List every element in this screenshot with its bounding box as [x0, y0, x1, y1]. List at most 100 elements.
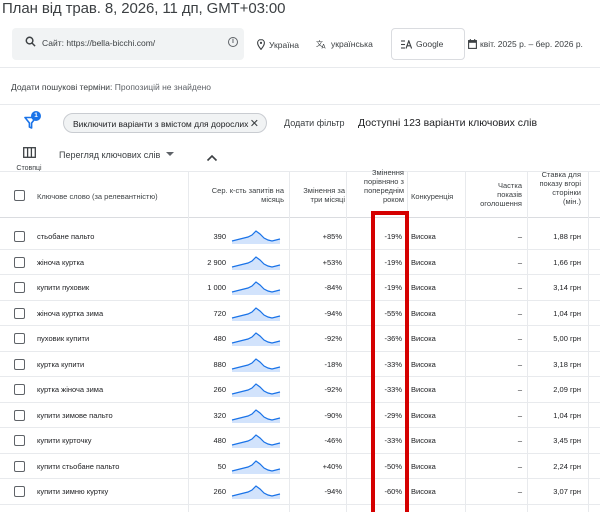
row-checkbox[interactable]: [14, 358, 25, 370]
row-checkbox[interactable]: [14, 384, 25, 395]
row-checkbox[interactable]: [14, 256, 25, 268]
trend-sparkline: [231, 281, 281, 295]
select-all-checkbox[interactable]: [14, 190, 25, 201]
table-row[interactable]: пуховик купити 480 -92% -36% Висока –5,00 грн: [0, 326, 600, 352]
top-of-page-bid-cell: 1,66 грн: [553, 257, 581, 267]
column-avg-searches[interactable]: Сер. к-сть запитів на місяць: [212, 186, 284, 204]
table-row[interactable]: купити зимню куртку 260 -94% -60% Висока –3,0…: [0, 479, 600, 505]
column-label: Змінення за: [303, 186, 345, 195]
location-pin-icon: [257, 39, 265, 50]
trend-sparkline: [231, 434, 281, 448]
row-checkbox[interactable]: [14, 486, 25, 497]
competition-cell: Висока: [411, 308, 436, 318]
top-of-page-bid-cell: 2,09 грн: [553, 385, 581, 394]
column-competition[interactable]: Конкуренція: [411, 192, 453, 201]
search-engine-filter[interactable]: Google: [391, 28, 465, 60]
column-three-month-change[interactable]: Змінення за три місяці: [303, 186, 345, 204]
trend-sparkline: [231, 408, 281, 423]
translate-icon: 文 A: [316, 39, 327, 49]
top-of-page-bid-cell: 1,04 грн: [553, 308, 581, 318]
available-keywords-count: Доступні 123 варіанти ключових слів: [358, 117, 538, 129]
column-yoy-change[interactable]: Змінення порівняно з попереднім роком: [364, 168, 404, 204]
trend-sparkline: [231, 357, 281, 372]
date-range-filter[interactable]: квіт. 2025 р. – бер. 2026 р.: [468, 39, 583, 49]
impression-share-cell: –: [517, 257, 522, 267]
column-label: місяць: [261, 195, 284, 204]
top-of-page-bid-cell: 1,04 грн: [553, 410, 581, 420]
impression-share-cell: –: [517, 334, 522, 343]
three-month-change-cell: -46%: [324, 436, 342, 445]
add-search-terms[interactable]: Додати пошукові терміни: Пропозицій не з…: [11, 82, 211, 92]
row-checkbox[interactable]: [14, 409, 25, 421]
collapse-button[interactable]: [206, 149, 218, 167]
avg-searches-cell: 2 900: [207, 257, 226, 267]
add-terms-value: Пропозицій не знайдено: [114, 82, 212, 92]
date-range-value: квіт. 2025 р. – бер. 2026 р.: [480, 39, 583, 49]
table-row[interactable]: купити пуховик 1 000 -84% -19% Висока –3,14 г…: [0, 275, 600, 301]
adult-content-filter-chip[interactable]: Виключити варіанти з вмістом для доросли…: [63, 113, 267, 133]
filter-funnel-button[interactable]: 1: [24, 111, 41, 130]
table-row[interactable]: купити стьобане пальто 50 +40% -50% Висока –2…: [0, 454, 600, 479]
table-row[interactable]: жіноча куртка зима 720 -94% -55% Висока –1,04…: [0, 301, 600, 326]
table-row[interactable]: стьобане пальто 390 +85% -19% Висока –1,88 гр…: [0, 224, 600, 250]
avg-searches-cell: 480: [213, 334, 226, 343]
column-top-of-page-bid-low[interactable]: Ставка для показу вгорі сторінки (мін.): [539, 170, 581, 206]
page-title: План від трав. 8, 2026, 11 дп, GMT+03:00: [2, 0, 286, 17]
column-impression-share[interactable]: Частка показів оголошення: [480, 181, 522, 208]
avg-searches-cell: 720: [213, 308, 226, 318]
row-checkbox[interactable]: [14, 435, 25, 446]
row-checkbox[interactable]: [14, 282, 25, 293]
filter-count-badge: 1: [31, 111, 41, 121]
keyword-view-dropdown[interactable]: Перегляд ключових слів: [59, 150, 175, 160]
svg-text:A: A: [322, 44, 327, 50]
row-checkbox[interactable]: [14, 307, 25, 319]
keyword-cell: купити зимове пальто: [37, 410, 113, 420]
row-checkbox[interactable]: [14, 231, 25, 242]
keyword-cell: куртка купити: [37, 359, 85, 369]
trend-sparkline: [231, 255, 281, 270]
language-value: українська: [331, 39, 373, 49]
top-of-page-bid-cell: 3,14 грн: [553, 283, 581, 292]
trend-sparkline: [231, 485, 281, 499]
close-icon[interactable]: ✕: [250, 117, 259, 130]
avg-searches-cell: 50: [217, 461, 226, 471]
row-checkbox[interactable]: [14, 460, 25, 472]
column-label: Ставка для: [541, 170, 581, 179]
table-row[interactable]: куртка купити 880 -18% -33% Висока –3,18 грн: [0, 352, 600, 377]
table-row[interactable]: жіноча куртка 2 900 +53% -19% Висока –1,66 гр…: [0, 250, 600, 275]
competition-cell: Висока: [411, 410, 436, 420]
column-label: Змінення: [371, 168, 404, 177]
language-filter[interactable]: 文 A українська: [316, 39, 373, 49]
three-month-change-cell: +53%: [322, 257, 342, 267]
search-engine-icon: [401, 40, 413, 49]
column-label: попереднім: [364, 186, 404, 195]
trend-sparkline: [231, 383, 281, 397]
table-row[interactable]: куртка жіноча зима 260 -92% -33% Висока –2,09…: [0, 377, 600, 403]
column-label: оголошення: [480, 199, 522, 208]
impression-share-cell: –: [517, 410, 522, 420]
keyword-cell: жіноча куртка зима: [37, 308, 104, 318]
divider: [0, 67, 600, 68]
highlight-box: [371, 211, 409, 512]
columns-button[interactable]: Стовпці: [13, 145, 45, 172]
site-filter[interactable]: Сайт: https://bella-bicchi.com/ i: [12, 28, 244, 60]
search-icon: [25, 36, 36, 47]
impression-share-cell: –: [517, 385, 522, 394]
impression-share-cell: –: [517, 359, 522, 369]
info-icon[interactable]: i: [228, 37, 238, 47]
column-label: (мін.): [562, 197, 581, 206]
row-checkbox[interactable]: [14, 333, 25, 344]
keyword-view-label: Перегляд ключових слів: [59, 150, 161, 160]
chip-label: Виключити варіанти з вмістом для доросли…: [73, 119, 249, 129]
keyword-cell: купити зимню куртку: [37, 487, 109, 496]
impression-share-cell: –: [517, 487, 522, 496]
location-filter[interactable]: Україна: [257, 39, 299, 50]
trend-sparkline: [231, 332, 281, 346]
keyword-cell: купити пуховик: [37, 283, 90, 292]
column-keyword[interactable]: Ключове слово (за релевантністю): [37, 192, 158, 201]
top-of-page-bid-cell: 3,45 грн: [553, 436, 581, 445]
add-filter-button[interactable]: Додати фільтр: [284, 118, 344, 128]
table-row[interactable]: купити зимове пальто 320 -90% -29% Висока –1,…: [0, 403, 600, 428]
table-row[interactable]: купити курточку 480 -46% -33% Висока –3,45 гр…: [0, 428, 600, 454]
avg-searches-cell: 880: [213, 359, 226, 369]
